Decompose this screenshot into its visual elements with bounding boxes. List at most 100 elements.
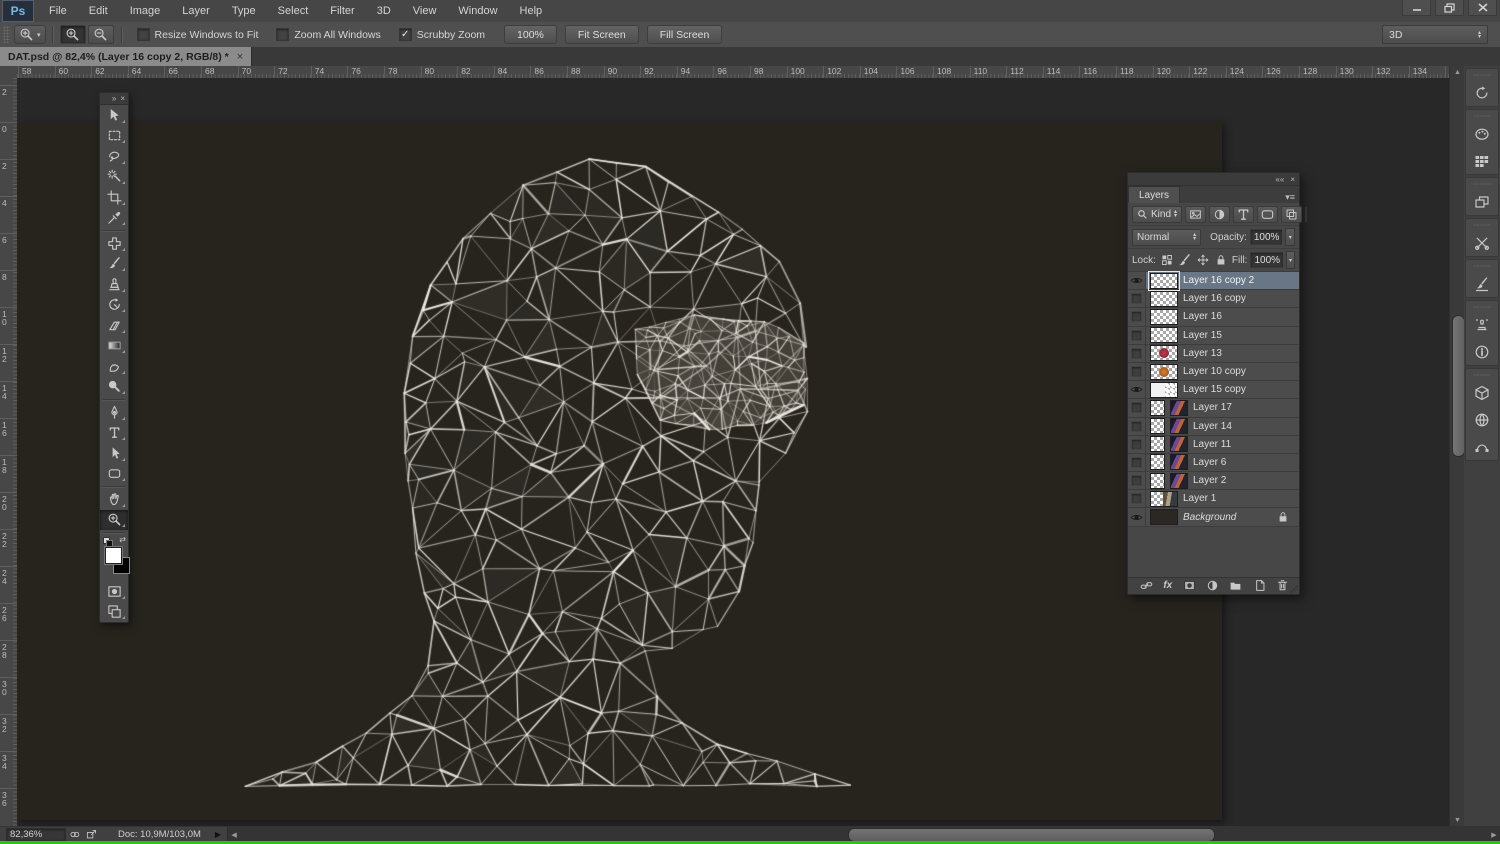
zoom-tool-preset[interactable]: ▾ [14, 25, 46, 44]
opacity-dropdown-icon[interactable]: ▾ [1285, 228, 1295, 246]
hand-tool[interactable] [100, 489, 128, 510]
lasso-tool[interactable] [100, 146, 128, 167]
menu-window[interactable]: Window [447, 0, 508, 22]
visibility-toggle[interactable] [1128, 490, 1146, 507]
layer-filter-kind-dropdown[interactable]: Kind ▴▾ [1132, 206, 1182, 223]
filtering-toggle[interactable] [1305, 207, 1307, 222]
adjustment-button[interactable] [1206, 579, 1219, 592]
dock-icon-paths[interactable] [1466, 433, 1498, 460]
workspace-selector[interactable]: 3D ▴▾ [1382, 25, 1488, 44]
filter-smart-icon[interactable] [1281, 206, 1302, 223]
visibility-toggle[interactable] [1128, 363, 1146, 380]
layer-row[interactable]: Layer 2 [1128, 472, 1299, 490]
layer-row[interactable]: Layer 6 [1128, 454, 1299, 472]
group-button[interactable] [1229, 579, 1242, 592]
100pct-button[interactable]: 100% [504, 25, 557, 44]
scroll-up-icon[interactable]: ▲ [1450, 66, 1465, 78]
panel-resize-grip[interactable] [1290, 585, 1298, 593]
gradient-tool[interactable] [100, 336, 128, 357]
status-flyout-icon[interactable]: ▶ [215, 830, 221, 839]
layer-row[interactable]: Layer 16 copy 2 [1128, 272, 1299, 290]
blend-mode-dropdown[interactable]: Normal ▴▾ [1132, 229, 1201, 246]
visibility-toggle[interactable] [1128, 418, 1146, 435]
fx-button[interactable]: fx [1163, 580, 1172, 591]
menu-filter[interactable]: Filter [319, 0, 365, 22]
scroll-left-icon[interactable]: ◀ [228, 827, 240, 842]
restore-button[interactable] [1435, 0, 1464, 16]
visibility-toggle[interactable] [1128, 290, 1146, 307]
zoom-level-field[interactable]: 82,36% [6, 828, 66, 841]
menu-select[interactable]: Select [267, 0, 320, 22]
opacity-value[interactable]: 100% [1250, 229, 1283, 245]
layer-row[interactable]: Layer 16 [1128, 308, 1299, 326]
checkbox[interactable]: ✓ [399, 28, 412, 41]
layer-row[interactable]: Layer 15 [1128, 327, 1299, 345]
pen-tool[interactable] [100, 402, 128, 423]
layer-row[interactable]: Layer 1 [1128, 490, 1299, 508]
panel-menu-icon[interactable]: ▾≡ [1285, 192, 1295, 203]
link-button[interactable] [1140, 579, 1153, 592]
screen-mode-button[interactable] [100, 602, 128, 623]
visibility-toggle[interactable] [1128, 399, 1146, 416]
layer-row[interactable]: Layer 10 copy [1128, 363, 1299, 381]
dock-icon-color[interactable] [1466, 120, 1498, 147]
dock-icon-layer-comps[interactable] [1466, 188, 1498, 215]
visibility-toggle[interactable] [1128, 345, 1146, 362]
clone-stamp-tool[interactable] [100, 274, 128, 295]
magic-wand-tool[interactable] [100, 167, 128, 188]
document-tab[interactable]: DAT.psd @ 82,4% (Layer 16 copy 2, RGB/8)… [0, 47, 252, 66]
layer-row[interactable]: Layer 15 copy [1128, 381, 1299, 399]
fill-value[interactable]: 100% [1250, 252, 1283, 268]
fit-screen-button[interactable]: Fit Screen [565, 25, 639, 44]
healing-brush-tool[interactable] [100, 233, 128, 254]
dock-icon-info[interactable] [1466, 338, 1498, 365]
delete-button[interactable] [1276, 579, 1289, 592]
visibility-toggle[interactable] [1128, 308, 1146, 325]
minimize-button[interactable] [1402, 0, 1431, 16]
tab-close-icon[interactable]: × [237, 51, 243, 63]
zoom-out-button[interactable] [88, 25, 114, 44]
visibility-toggle[interactable] [1128, 454, 1146, 471]
filter-type-icon[interactable] [1233, 206, 1254, 223]
dock-icon-swatches[interactable] [1466, 147, 1498, 174]
history-brush-tool[interactable] [100, 295, 128, 316]
menu-file[interactable]: File [38, 0, 78, 22]
visibility-toggle[interactable] [1128, 381, 1146, 398]
eyedropper-tool[interactable] [100, 208, 128, 229]
filter-pixel-icon[interactable] [1185, 206, 1206, 223]
menu-help[interactable]: Help [509, 0, 554, 22]
status-export-icon[interactable] [86, 829, 97, 840]
visibility-toggle[interactable] [1128, 508, 1146, 525]
zoom-tool[interactable] [100, 510, 128, 531]
vertical-scrollbar[interactable]: ▲ ▼ [1449, 66, 1465, 826]
menu-view[interactable]: View [402, 0, 448, 22]
marquee-tool[interactable] [100, 126, 128, 147]
panel-collapse-icon[interactable]: » [112, 94, 116, 104]
visibility-toggle[interactable] [1128, 272, 1146, 289]
options-drag-grip[interactable] [3, 26, 10, 43]
lock-all-icon[interactable] [1213, 253, 1229, 267]
mask-button[interactable] [1183, 579, 1196, 592]
quick-mask-button[interactable] [100, 581, 128, 602]
layers-panel-tab[interactable]: Layers [1128, 186, 1180, 203]
panel-close-icon[interactable]: × [1290, 175, 1295, 184]
panel-collapse-icon[interactable]: «« [1275, 175, 1284, 184]
lock-position-icon[interactable] [1195, 253, 1211, 267]
eraser-tool[interactable] [100, 315, 128, 336]
dodge-tool[interactable] [100, 377, 128, 398]
scroll-right-icon[interactable]: ▶ [1488, 827, 1500, 842]
layer-row[interactable]: Background [1128, 508, 1299, 526]
menu-3d[interactable]: 3D [366, 0, 402, 22]
foreground-color-swatch[interactable] [105, 547, 122, 564]
path-selection-tool[interactable] [100, 443, 128, 464]
status-gears-icon[interactable] [69, 829, 80, 840]
smudge-tool[interactable] [100, 356, 128, 377]
zoom-in-button[interactable] [60, 25, 86, 44]
fill-screen-button[interactable]: Fill Screen [647, 25, 723, 44]
panel-close-icon[interactable]: × [120, 94, 125, 104]
checkbox[interactable] [276, 28, 289, 41]
crop-tool[interactable] [100, 187, 128, 208]
dock-icon-history[interactable] [1466, 79, 1498, 106]
visibility-toggle[interactable] [1128, 472, 1146, 489]
swap-colors-icon[interactable]: ⇄ [119, 535, 126, 544]
